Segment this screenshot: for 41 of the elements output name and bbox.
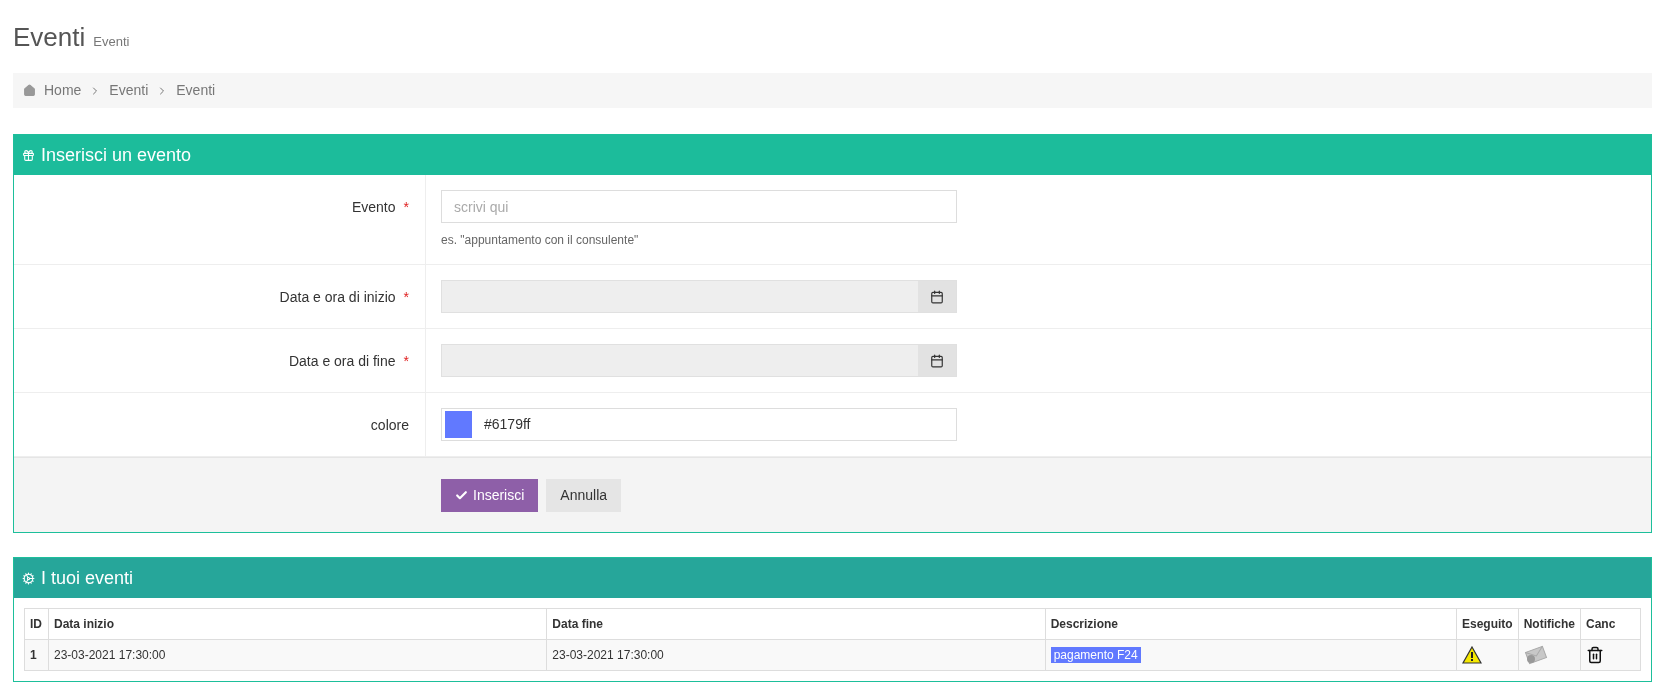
submit-button[interactable]: Inserisci xyxy=(441,478,539,512)
column-header: Canc xyxy=(1580,608,1641,640)
breadcrumb-link[interactable]: Eventi xyxy=(176,80,216,101)
required-mark: * xyxy=(403,288,409,307)
field-label: Evento xyxy=(351,198,396,217)
table-cell: 23-03-2021 17:30:00 xyxy=(546,639,1046,671)
page-title: Eventi xyxy=(13,21,86,54)
gift-icon xyxy=(22,148,35,162)
date-input[interactable] xyxy=(441,344,957,377)
color-swatch[interactable] xyxy=(445,411,472,438)
date-input[interactable] xyxy=(441,280,957,313)
panel-title: I tuoi eventi xyxy=(41,566,134,590)
breadcrumb-link[interactable]: Eventi xyxy=(109,80,149,101)
breadcrumb-link[interactable]: Home xyxy=(44,80,82,101)
required-mark: * xyxy=(403,198,409,217)
trash-icon[interactable] xyxy=(1586,646,1604,664)
field-label: colore xyxy=(370,416,409,435)
panel-title: Inserisci un evento xyxy=(41,143,192,167)
warning-icon[interactable] xyxy=(1462,646,1482,664)
table-cell: 1 xyxy=(24,639,49,671)
page-subtitle: Eventi xyxy=(93,33,130,51)
cancel-button[interactable]: Annulla xyxy=(546,478,622,512)
table-cell: 23-03-2021 17:30:00 xyxy=(48,639,547,671)
check-icon xyxy=(455,488,468,502)
event-input[interactable]: scrivi qui xyxy=(441,190,957,223)
description-tag: pagamento F24 xyxy=(1050,647,1141,663)
column-header: Eseguito xyxy=(1456,608,1519,640)
column-header: Data fine xyxy=(546,608,1046,640)
calendar-icon[interactable] xyxy=(930,353,944,368)
help-text: es. "appuntamento con il consulente" xyxy=(441,232,640,249)
column-header: Data inizio xyxy=(48,608,547,640)
required-mark: * xyxy=(403,352,409,371)
field-label: Data e ora di inizio xyxy=(279,288,396,307)
color-value: #6179ff xyxy=(484,415,531,434)
field-label: Data e ora di fine xyxy=(288,352,396,371)
home-icon xyxy=(23,84,36,97)
color-input[interactable]: #6179ff xyxy=(441,408,957,441)
column-header: Notifiche xyxy=(1518,608,1581,640)
calendar-icon[interactable] xyxy=(930,289,944,304)
column-header: Descrizione xyxy=(1045,608,1457,640)
column-header: ID xyxy=(24,608,49,640)
